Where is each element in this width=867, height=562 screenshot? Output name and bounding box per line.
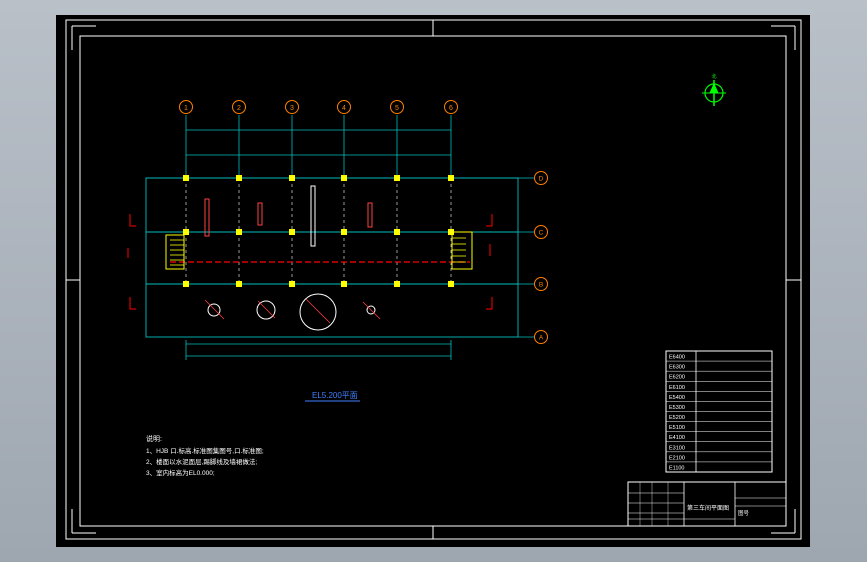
note-line-2: 2、楼面以水泥面层,踢脚线及墙裙做法; [146,457,257,466]
axis-label-6: 6 [449,105,453,112]
legend-code: E5400 [669,395,685,401]
column-marker [289,229,295,235]
column-marker [183,175,189,181]
legend-code: E4100 [669,435,685,441]
legend-code: E6100 [669,385,685,391]
legend-code: E5200 [669,415,685,421]
drawing-sheet [56,15,810,547]
cad-viewport[interactable]: 北 1 2 3 4 5 6 D C B A EL5.200平面 说明: 1、HJB 口.标高.标… [0,0,867,562]
column-marker [183,229,189,235]
axis-label-B: B [539,282,543,289]
column-marker [341,281,347,287]
legend-code: E3100 [669,445,685,451]
axis-label-C: C [539,230,544,237]
axis-label-5: 5 [395,105,399,112]
column-marker [236,175,242,181]
legend-code: E2100 [669,455,685,461]
legend-code: E6300 [669,365,685,371]
column-marker [183,281,189,287]
legend-code: E5100 [669,425,685,431]
legend-code: E1100 [669,465,685,471]
legend-code: E6400 [669,355,685,361]
note-line-3: 3、室内标高为EL0.000; [146,468,215,477]
compass-label: 北 [711,73,716,80]
axis-label-2: 2 [237,105,241,112]
column-marker [341,175,347,181]
column-marker [394,229,400,235]
column-marker [289,281,295,287]
legend-code: E6200 [669,375,685,381]
column-marker [394,281,400,287]
axis-label-1: 1 [184,105,188,112]
plan-title: EL5.200平面 [312,391,358,400]
column-marker [394,175,400,181]
notes-title: 说明: [146,434,162,443]
column-marker [236,281,242,287]
axis-label-D: D [539,176,544,183]
column-marker [448,175,454,181]
title-block-sheet: 图号 [738,509,750,517]
title-block-drawing-name: 第三车间平面图 [687,504,729,512]
note-line-1: 1、HJB 口.标高.标准图集图号,口.标准图; [146,446,264,455]
column-marker [341,229,347,235]
column-marker [236,229,242,235]
legend-code: E5300 [669,405,685,411]
axis-label-3: 3 [290,105,294,112]
column-marker [448,281,454,287]
axis-label-A: A [539,335,544,342]
drawing-canvas[interactable]: 北 1 2 3 4 5 6 D C B A EL5.200平面 说明: 1、HJB 口.标高.标… [0,0,867,562]
axis-label-4: 4 [342,105,346,112]
column-marker [289,175,295,181]
